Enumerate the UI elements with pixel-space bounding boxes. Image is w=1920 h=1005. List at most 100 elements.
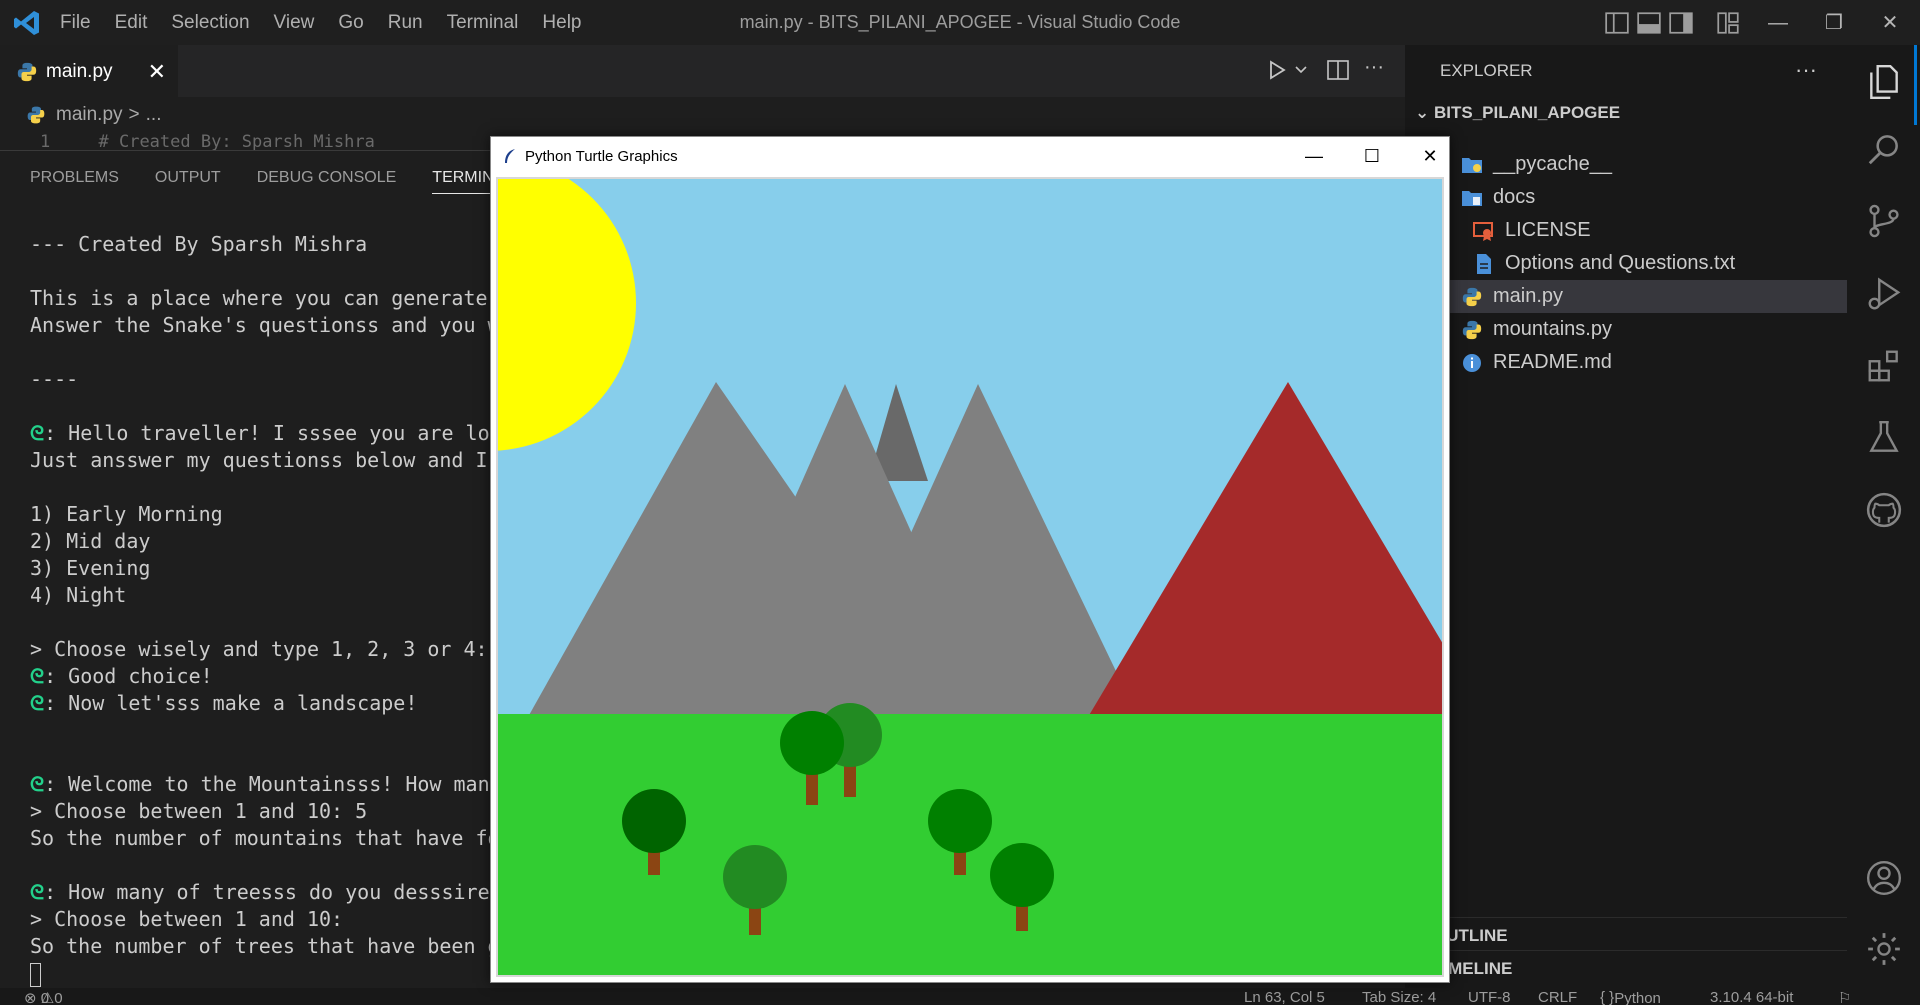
python-icon bbox=[17, 62, 37, 82]
language-mode[interactable]: { } Python bbox=[1600, 989, 1661, 1005]
toggle-secondary-sidebar-icon[interactable] bbox=[1668, 10, 1694, 36]
tree-item-mountains-py[interactable]: mountains.py bbox=[1405, 313, 1847, 346]
explorer-root-folder[interactable]: ⌄ BITS_PILANI_APOGEE bbox=[1415, 103, 1620, 123]
editor-more-actions-icon[interactable]: ··· bbox=[1364, 56, 1384, 79]
snake-icon: ᘓ bbox=[30, 421, 45, 445]
menu-run[interactable]: Run bbox=[388, 12, 423, 34]
run-and-debug-icon[interactable] bbox=[1865, 275, 1903, 313]
terminal-line: 4) Night bbox=[30, 583, 127, 607]
terminal-line: : Welcome to the Mountainsss! How man bbox=[44, 772, 490, 796]
line-ending[interactable]: CRLF bbox=[1538, 989, 1577, 1005]
source-control-icon[interactable] bbox=[1865, 202, 1903, 240]
turtle-graphics-window[interactable]: Python Turtle Graphics — ☐ ✕ bbox=[490, 136, 1450, 983]
run-python-file-icon[interactable] bbox=[1266, 58, 1288, 82]
line-text: # Created By: Sparsh Mishra bbox=[98, 132, 375, 152]
minimize-button[interactable]: — bbox=[1764, 9, 1792, 37]
explorer-header: EXPLORER bbox=[1440, 61, 1533, 80]
account-icon[interactable] bbox=[1865, 859, 1903, 897]
snake-icon: ᘓ bbox=[30, 691, 45, 715]
breadcrumb-separator: > bbox=[128, 104, 140, 125]
outline-section[interactable]: OUTLINE bbox=[1405, 917, 1847, 950]
terminal-line: : How many of treesss do you desssire bbox=[44, 880, 490, 904]
tree-crown bbox=[723, 845, 787, 909]
landscape-scene bbox=[498, 179, 1442, 975]
restore-button[interactable]: ❐ bbox=[1820, 9, 1848, 37]
explorer-icon[interactable] bbox=[1865, 63, 1903, 101]
testing-icon[interactable] bbox=[1865, 419, 1903, 457]
tab-output[interactable]: OUTPUT bbox=[155, 169, 221, 194]
python-icon bbox=[27, 106, 45, 124]
explorer-sidebar: EXPLORER ··· ⌄ BITS_PILANI_APOGEE __pyca… bbox=[1405, 45, 1847, 990]
tree-item-label: docs bbox=[1493, 186, 1536, 208]
code-line[interactable]: 1 # Created By: Sparsh Mishra bbox=[40, 132, 375, 152]
feedback-icon[interactable]: ⚐ bbox=[1838, 989, 1851, 1005]
terminal-line: 2) Mid day bbox=[30, 529, 151, 553]
tree-item-main-py[interactable]: main.py bbox=[1405, 280, 1847, 313]
terminal-line: 1) Early Morning bbox=[30, 502, 223, 526]
timeline-section[interactable]: TIMELINE bbox=[1405, 950, 1847, 983]
tab-close-icon[interactable]: ✕ bbox=[148, 59, 166, 85]
feather-icon bbox=[505, 149, 515, 163]
tree-item-label: mountains.py bbox=[1493, 318, 1612, 340]
python-interpreter[interactable]: 3.10.4 64-bit bbox=[1710, 989, 1793, 1005]
split-editor-icon[interactable] bbox=[1326, 58, 1350, 82]
search-icon[interactable] bbox=[1865, 130, 1903, 168]
turtle-minimize-button[interactable]: — bbox=[1299, 143, 1329, 169]
root-folder-label: BITS_PILANI_APOGEE bbox=[1433, 103, 1621, 122]
terminal-line: : Now let'sss make a landscape! bbox=[44, 691, 418, 715]
tree-crown bbox=[622, 789, 686, 853]
tab-debug-console[interactable]: DEBUG CONSOLE bbox=[257, 169, 397, 194]
menu-file[interactable]: File bbox=[60, 12, 91, 34]
explorer-more-icon[interactable]: ··· bbox=[1795, 57, 1817, 83]
chevron-down-icon[interactable] bbox=[1294, 64, 1308, 76]
turtle-canvas[interactable] bbox=[496, 177, 1444, 977]
menu-edit[interactable]: Edit bbox=[115, 12, 148, 34]
settings-gear-icon[interactable] bbox=[1865, 930, 1903, 968]
folder-icon bbox=[1461, 154, 1483, 176]
extensions-icon[interactable] bbox=[1865, 347, 1903, 385]
encoding[interactable]: UTF-8 bbox=[1468, 989, 1511, 1005]
turtle-close-button[interactable]: ✕ bbox=[1415, 143, 1445, 169]
tab-main-py[interactable]: main.py ✕ bbox=[0, 45, 178, 97]
vscode-logo-icon[interactable] bbox=[12, 8, 42, 38]
close-window-button[interactable]: ✕ bbox=[1876, 9, 1904, 37]
breadcrumb-file[interactable]: main.py bbox=[56, 104, 123, 126]
turtle-maximize-button[interactable]: ☐ bbox=[1357, 143, 1387, 169]
title-bar: File Edit Selection View Go Run Terminal… bbox=[0, 0, 1920, 45]
cursor-position[interactable]: Ln 63, Col 5 bbox=[1244, 989, 1325, 1005]
tab-label: main.py bbox=[46, 61, 113, 82]
menu-help[interactable]: Help bbox=[542, 12, 581, 34]
problems-count[interactable]: ⊗ 0 ⚠ 0 bbox=[24, 989, 63, 1005]
customize-layout-icon[interactable] bbox=[1715, 10, 1741, 36]
tab-problems[interactable]: PROBLEMS bbox=[30, 169, 119, 194]
tree-item-license[interactable]: LICENSE bbox=[1405, 214, 1847, 247]
snake-icon: ᘓ bbox=[30, 772, 45, 796]
license-icon bbox=[1473, 220, 1495, 242]
snake-icon: ᘓ bbox=[30, 664, 45, 688]
terminal-output[interactable]: --- Created By Sparsh Mishra This is a p… bbox=[30, 231, 500, 987]
terminal-line: Answer the Snake's questionss and you w bbox=[30, 313, 500, 337]
breadcrumb: main.py > ... bbox=[0, 97, 1405, 133]
terminal-line: : Hello traveller! I sssee you are lo bbox=[44, 421, 490, 445]
menu-view[interactable]: View bbox=[274, 12, 315, 34]
github-icon[interactable] bbox=[1865, 491, 1903, 529]
turtle-window-title: Python Turtle Graphics bbox=[525, 147, 678, 165]
toggle-primary-sidebar-icon[interactable] bbox=[1604, 10, 1630, 36]
tree-item-options-txt[interactable]: Options and Questions.txt bbox=[1405, 247, 1847, 280]
tree-item-label: main.py bbox=[1493, 285, 1564, 307]
breadcrumb-symbol[interactable]: ... bbox=[146, 104, 162, 126]
tree-item-pycache[interactable]: __pycache__ bbox=[1405, 148, 1847, 181]
terminal-line: This is a place where you can generate bbox=[30, 286, 488, 310]
menu-go[interactable]: Go bbox=[338, 12, 363, 34]
editor-tab-bar: main.py ✕ bbox=[0, 45, 1405, 97]
menu-selection[interactable]: Selection bbox=[171, 12, 249, 34]
tree-item-readme[interactable]: README.md bbox=[1405, 346, 1847, 379]
snake-icon: ᘓ bbox=[30, 880, 45, 904]
terminal-line: Just ansswer my questionss below and I bbox=[30, 448, 488, 472]
menu-terminal[interactable]: Terminal bbox=[447, 12, 519, 34]
toggle-panel-icon[interactable] bbox=[1636, 10, 1662, 36]
tab-size[interactable]: Tab Size: 4 bbox=[1362, 989, 1436, 1005]
panel-tabs: PROBLEMS OUTPUT DEBUG CONSOLE TERMINAL bbox=[30, 169, 514, 194]
tree-item-docs[interactable]: docs bbox=[1405, 181, 1847, 214]
folder-icon bbox=[1461, 187, 1483, 209]
